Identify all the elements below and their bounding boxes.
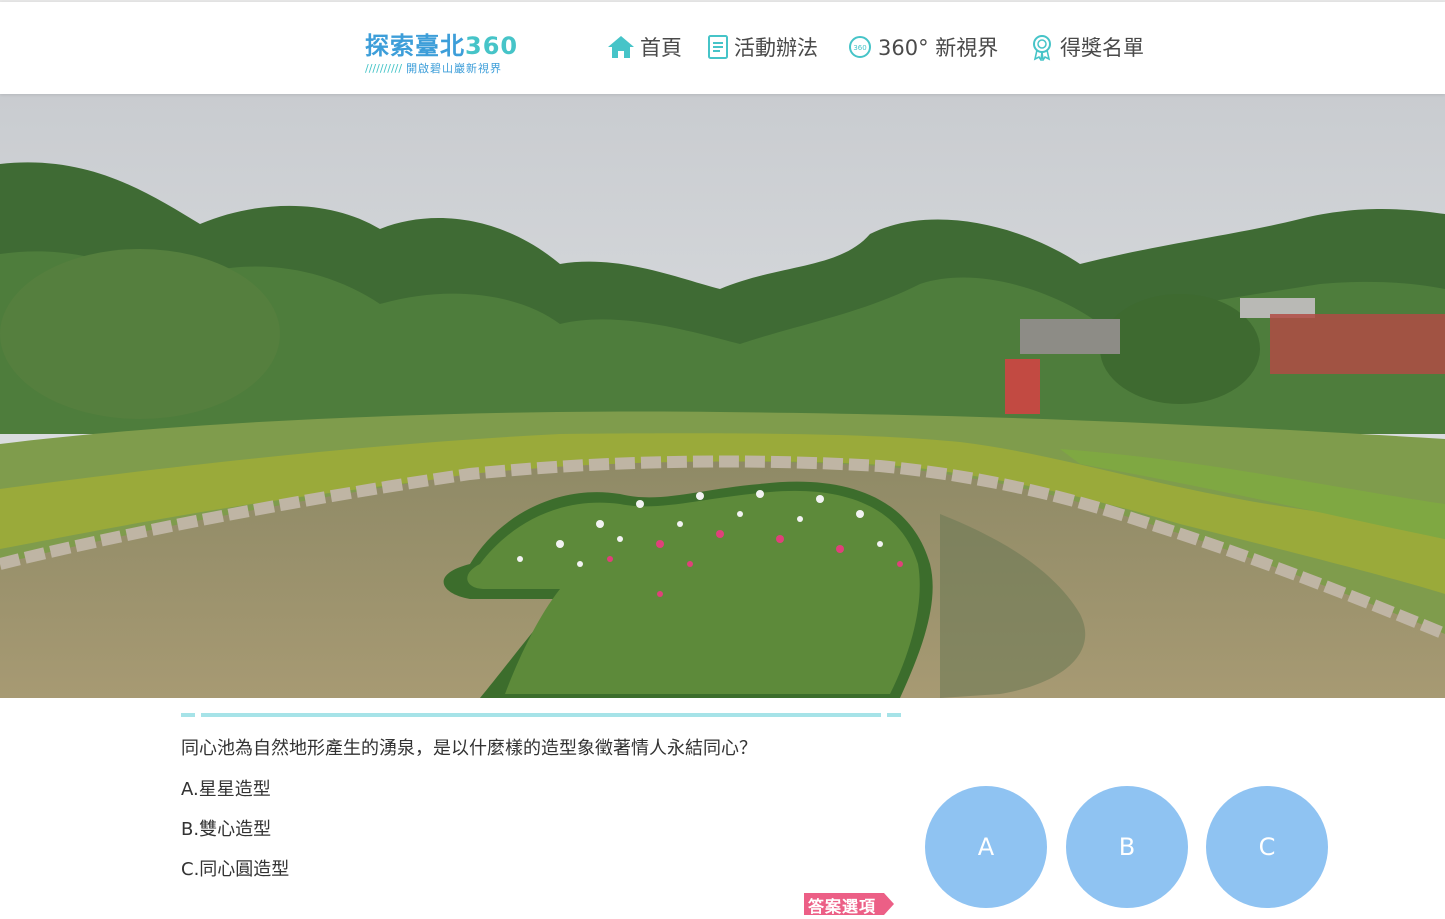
award-ribbon-icon bbox=[1028, 33, 1056, 61]
quiz-section: 同心池為自然地形產生的湧泉，是以什麼樣的造型象徵著情人永結同心？ A.星星造型 … bbox=[181, 712, 906, 880]
answer-button-c[interactable]: C bbox=[1206, 786, 1328, 908]
nav-winners[interactable]: 得獎名單 bbox=[1028, 30, 1144, 64]
answer-tag-label: 答案選項 bbox=[808, 897, 877, 916]
360-badge-icon: 360 bbox=[846, 34, 874, 60]
nav-home[interactable]: 首頁 bbox=[606, 30, 682, 64]
option-a-text: A.星星造型 bbox=[181, 779, 271, 800]
site-header: 探索臺北360 //////////開啟碧山巖新視界 首頁 活動辦法 360 3… bbox=[0, 2, 1445, 94]
quiz-divider bbox=[181, 713, 901, 717]
logo-subtitle: //////////開啟碧山巖新視界 bbox=[365, 60, 502, 76]
option-c-text: C.同心圓造型 bbox=[181, 859, 290, 880]
logo-title: 探索臺北360 bbox=[365, 26, 518, 61]
document-icon bbox=[706, 34, 730, 60]
logo-title-number: 360 bbox=[465, 32, 519, 60]
svg-text:360: 360 bbox=[853, 44, 866, 52]
answer-button-a[interactable]: A bbox=[925, 786, 1047, 908]
nav-rules-label: 活動辦法 bbox=[734, 36, 818, 60]
answer-options-tag: 答案選項 bbox=[804, 889, 896, 916]
nav-winners-label: 得獎名單 bbox=[1060, 36, 1144, 60]
question-text: 同心池為自然地形產生的湧泉，是以什麼樣的造型象徵著情人永結同心？ bbox=[181, 738, 757, 759]
site-logo[interactable]: 探索臺北360 //////////開啟碧山巖新視界 bbox=[365, 18, 550, 80]
nav-home-label: 首頁 bbox=[640, 36, 682, 60]
logo-subtitle-text: 開啟碧山巖新視界 bbox=[406, 62, 503, 75]
logo-title-text: 探索臺北 bbox=[365, 32, 465, 60]
nav-360-label: 360° 新視界 bbox=[878, 36, 999, 60]
option-b-text: B.雙心造型 bbox=[181, 819, 272, 840]
answer-button-b[interactable]: B bbox=[1066, 786, 1188, 908]
panorama-viewer[interactable] bbox=[0, 94, 1445, 698]
home-icon bbox=[606, 34, 636, 60]
nav-rules[interactable]: 活動辦法 bbox=[706, 30, 818, 64]
logo-ticks: ////////// bbox=[365, 62, 403, 75]
panorama-image bbox=[0, 94, 1445, 698]
nav-360[interactable]: 360 360° 新視界 bbox=[846, 30, 998, 64]
